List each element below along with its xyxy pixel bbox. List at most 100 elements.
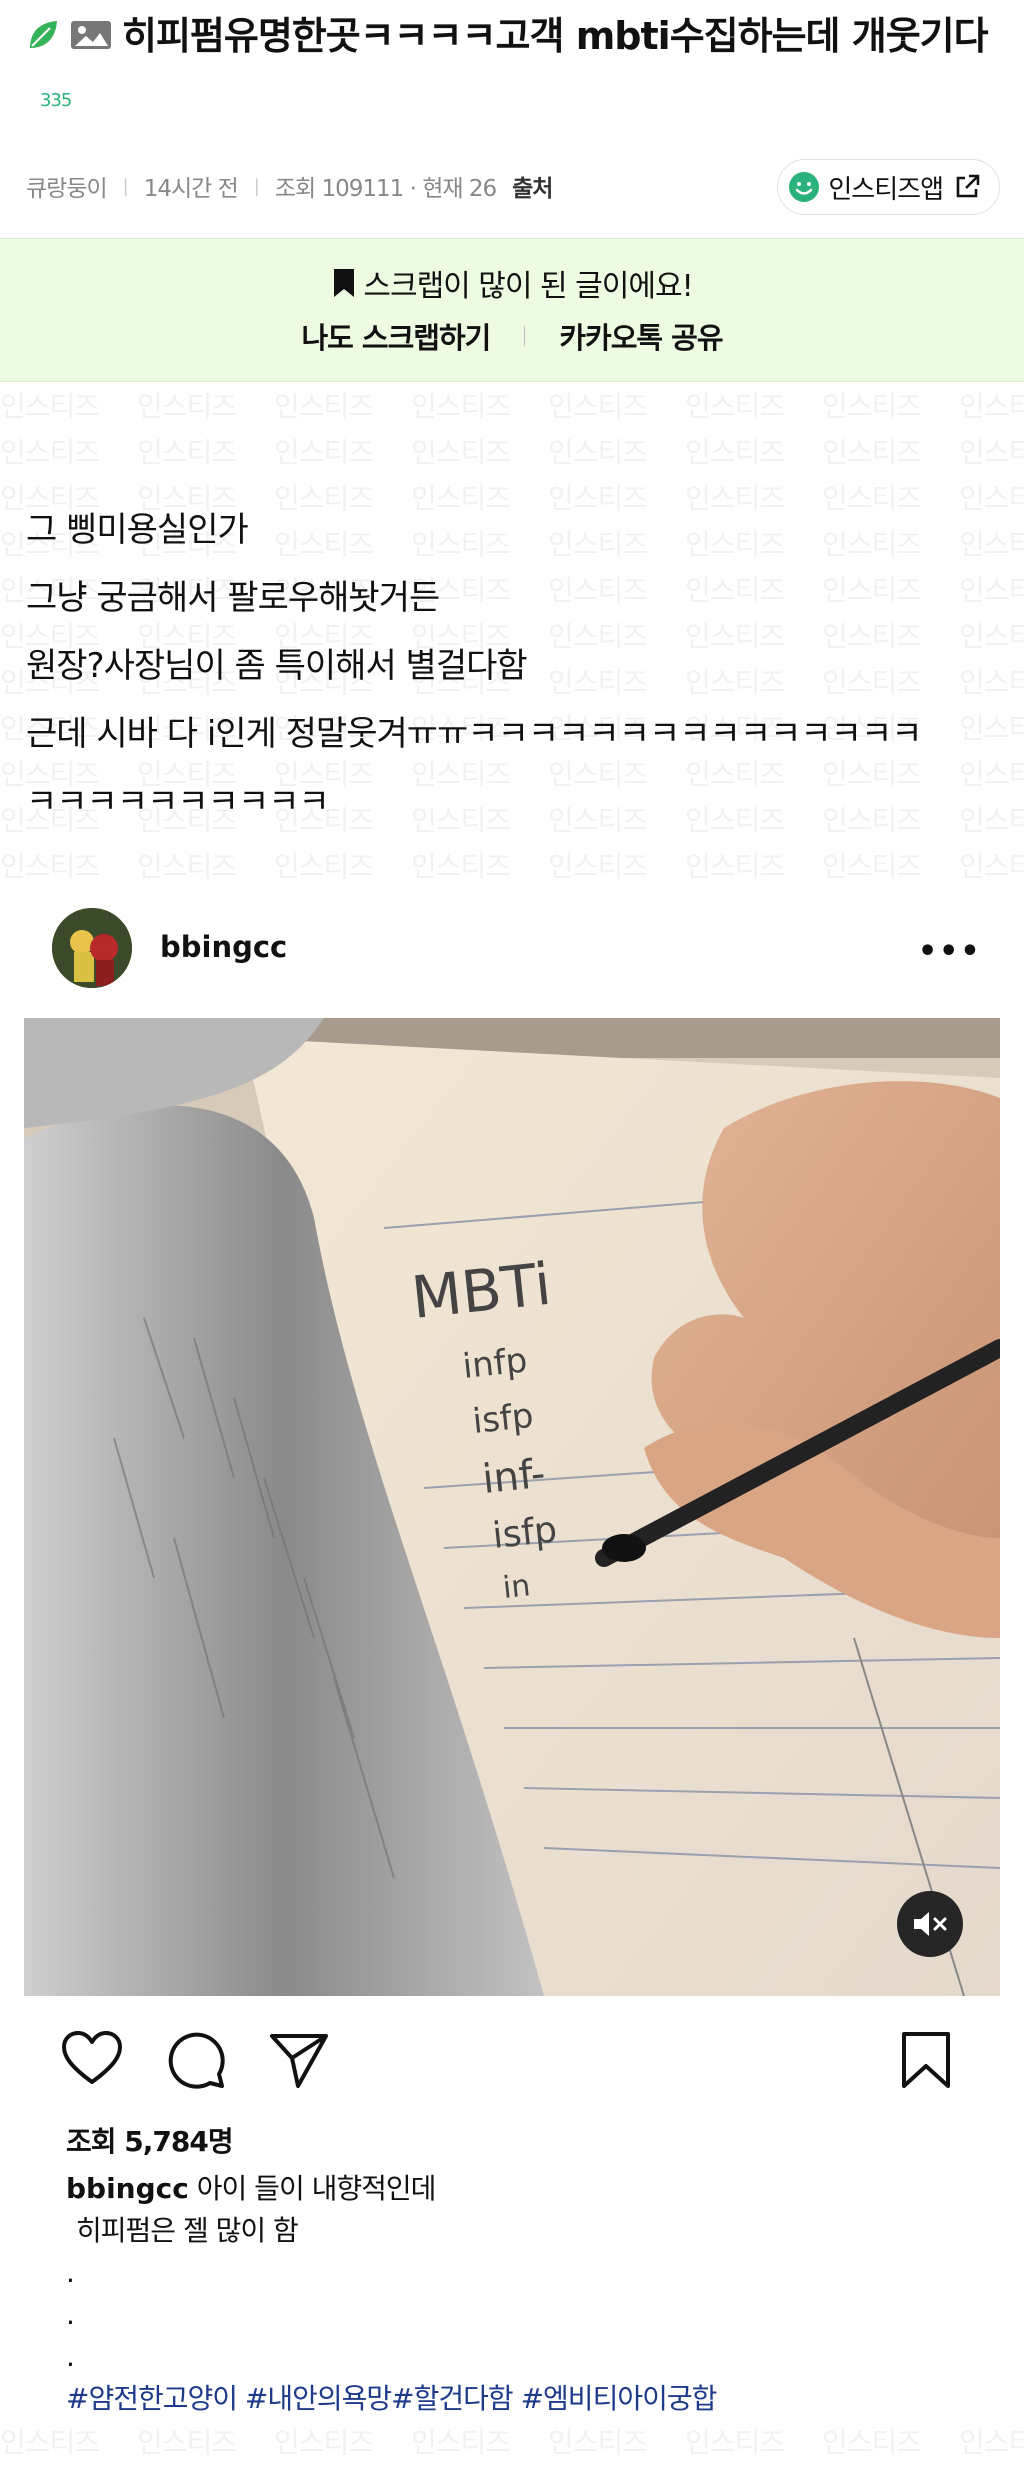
- instagram-caption: bbingcc 아이 들이 내향적인데 히피펌은 젤 많이 함 . . . #얌…: [66, 2168, 966, 2420]
- watermark-text: 인스티즈: [411, 436, 511, 469]
- scrap-button[interactable]: 나도 스크랩하기: [301, 315, 491, 357]
- post-header: 히피펌유명한곳ㅋㅋㅋㅋ고객 mbti수집하는데 개웃기다 335 큐랑둥이 | 1…: [0, 0, 1024, 238]
- share-icon[interactable]: [268, 2028, 332, 2092]
- watermark-text: 인스티즈: [685, 390, 785, 423]
- watermark-text: 인스티즈: [959, 436, 1024, 469]
- body-line: ㅋㅋㅋㅋㅋㅋㅋㅋㅋㅋ: [26, 782, 330, 822]
- instagram-embed-header: bbingcc •••: [0, 900, 1024, 1000]
- post-title-line: 히피펌유명한곳ㅋㅋㅋㅋ고객 mbti수집하는데 개웃기다 335: [26, 14, 989, 121]
- watermark-text: 인스티즈: [0, 436, 100, 469]
- more-options-icon[interactable]: •••: [918, 934, 982, 969]
- media-text-entry: in: [501, 1568, 532, 1606]
- watermark-text: 인스티즈: [548, 850, 648, 883]
- post-title[interactable]: 히피펌유명한곳ㅋㅋㅋㅋ고객 mbti수집하는데 개웃기다: [122, 14, 989, 58]
- watermark-text: 인스티즈: [0, 390, 100, 423]
- watermark-text: 인스티즈: [822, 2426, 922, 2459]
- meta-separator: |: [122, 175, 129, 197]
- caption-username[interactable]: bbingcc: [66, 2172, 189, 2205]
- watermark-text: 인스티즈: [822, 436, 922, 469]
- watermark-text: 인스티즈: [548, 2466, 685, 2473]
- watermark-text: 인스티즈: [548, 2426, 648, 2459]
- watermark-text: 인스티즈: [0, 2426, 100, 2459]
- watermark-text: 인스티즈: [274, 2466, 411, 2473]
- watermark-text: 인스티즈: [959, 390, 1024, 423]
- caption-dot: .: [66, 2298, 75, 2331]
- source-link[interactable]: 출처: [512, 169, 553, 203]
- video-frame: MBTi infp isfp inf- isfp in: [24, 1018, 1000, 1996]
- comment-icon[interactable]: [164, 2028, 228, 2092]
- instagram-actions: [0, 2020, 1024, 2100]
- watermark-row: 인스티즈인스티즈인스티즈인스티즈인스티즈인스티즈인스티즈인스티즈: [0, 2420, 1024, 2466]
- media-text-entry: isfp: [471, 1396, 536, 1442]
- watermark-row: 인스티즈 인스티즈 인스티즈 인스티즈 인스티즈 인스티즈 인스티즈 인스티즈: [0, 384, 1024, 430]
- hashtags[interactable]: #얌전한고양이 #내안의욕망#할건다함 #엠비티아이궁합: [66, 2378, 966, 2420]
- watermark-text: 인스티즈: [685, 2466, 822, 2473]
- title-row: 히피펌유명한곳ㅋㅋㅋㅋ고객 mbti수집하는데 개웃기다 335: [26, 6, 1016, 131]
- post-body: 그 삥미용실인가 그냥 궁금해서 팔로우해놧거든 원장?사장님이 좀 특이해서 …: [26, 496, 1006, 836]
- banner-divider: [524, 326, 526, 346]
- banner-message-row: 스크랩이 많이 된 글이에요!: [0, 261, 1024, 305]
- watermark-text: 인스티즈: [685, 2426, 785, 2459]
- watermark-text: 인스티즈: [137, 436, 237, 469]
- video-media[interactable]: MBTi infp isfp inf- isfp in: [24, 1018, 1000, 1996]
- meta-separator: |: [253, 175, 260, 197]
- watermark-text: 인스티즈: [137, 850, 237, 883]
- comment-count[interactable]: 335: [40, 90, 72, 111]
- body-line: 그냥 궁금해서 팔로우해놧거든: [26, 578, 440, 618]
- watermark-row: 인스티즈 인스티즈 인스티즈 인스티즈 인스티즈 인스티즈 인스티즈 인스티즈: [0, 844, 1024, 884]
- watermark-text: 인스티즈: [959, 2426, 1024, 2459]
- leaf-icon: [26, 9, 60, 69]
- media-text-heading: MBTi: [408, 1250, 554, 1332]
- watermark-text: 인스티즈: [411, 390, 511, 423]
- watermark-text: 인스티즈: [411, 2466, 548, 2473]
- bookmark-icon: [334, 269, 355, 297]
- app-button-label: 인스티즈앱: [828, 174, 944, 205]
- body-line: 근데 시바 다 i인게 정말웃겨ㅠㅠㅋㅋㅋㅋㅋㅋㅋㅋㅋㅋㅋㅋㅋㅋㅋ: [26, 714, 923, 754]
- external-link-icon: [956, 174, 980, 198]
- watermark-text: 인스티즈: [548, 436, 648, 469]
- media-text-entry: infp: [461, 1340, 529, 1387]
- media-text-entry: isfp: [491, 1509, 559, 1556]
- watermark-text: 인스티즈: [411, 850, 511, 883]
- body-line: 원장?사장님이 좀 특이해서 별걸다함: [26, 646, 528, 686]
- author-name[interactable]: 큐랑둥이: [26, 169, 108, 203]
- post-meta: 큐랑둥이 | 14시간 전 | 조회 109111 · 현재 26 출처: [26, 166, 553, 206]
- watermark-text: 인스티즈: [274, 2426, 374, 2459]
- media-text-entry: inf-: [480, 1451, 547, 1503]
- watermark-row: 인스티즈인스티즈인스티즈인스티즈인스티즈인스티즈인스티즈인스티즈: [0, 2466, 1024, 2473]
- caption-text: 아이 들이 내향적인데: [196, 2172, 437, 2205]
- watermark-text: 인스티즈: [822, 850, 922, 883]
- caption-dot: .: [66, 2256, 75, 2289]
- watermark-text: 인스티즈: [137, 390, 237, 423]
- caption-line: bbingcc 아이 들이 내향적인데: [66, 2168, 966, 2210]
- watermark-text: 인스티즈: [0, 850, 100, 883]
- instagram-username[interactable]: bbingcc: [160, 930, 287, 964]
- watermark-text: 인스티즈: [137, 2426, 237, 2459]
- instagram-views: 조회 5,784명: [66, 2125, 234, 2158]
- watermark-text: 인스티즈: [0, 2466, 137, 2473]
- watermark-text: 인스티즈: [959, 850, 1024, 883]
- mute-button[interactable]: [897, 1891, 963, 1957]
- heart-icon[interactable]: [60, 2028, 124, 2092]
- watermark-text: 인스티즈: [274, 390, 374, 423]
- caption-text: 히피펌은 젤 많이 함: [76, 2214, 299, 2247]
- watermark-text: 인스티즈: [685, 436, 785, 469]
- smile-icon: [789, 172, 820, 202]
- speaker-muted-icon: [914, 1912, 947, 1936]
- kakao-share-button[interactable]: 카카오톡 공유: [559, 315, 723, 357]
- scrap-banner: 스크랩이 많이 된 글이에요! 나도 스크랩하기 카카오톡 공유: [0, 238, 1024, 382]
- watermark-text: 인스티즈: [137, 2466, 274, 2473]
- avatar[interactable]: [52, 908, 132, 988]
- banner-message: 스크랩이 많이 된 글이에요!: [363, 269, 693, 304]
- instiz-app-button[interactable]: 인스티즈앱: [777, 159, 1000, 215]
- watermark-text: 인스티즈: [822, 390, 922, 423]
- watermark-text: 인스티즈: [274, 436, 374, 469]
- watermark-row: 인스티즈 인스티즈 인스티즈 인스티즈 인스티즈 인스티즈 인스티즈 인스티즈: [0, 430, 1024, 476]
- bookmark-icon[interactable]: [894, 2028, 958, 2092]
- watermark-text: 인스티즈: [274, 850, 374, 883]
- image-icon: [70, 9, 112, 69]
- caption-dot: .: [66, 2340, 75, 2373]
- watermark-text: 인스티즈: [685, 850, 785, 883]
- watermark-text: 인스티즈: [548, 390, 648, 423]
- body-line: 그 삥미용실인가: [26, 510, 249, 550]
